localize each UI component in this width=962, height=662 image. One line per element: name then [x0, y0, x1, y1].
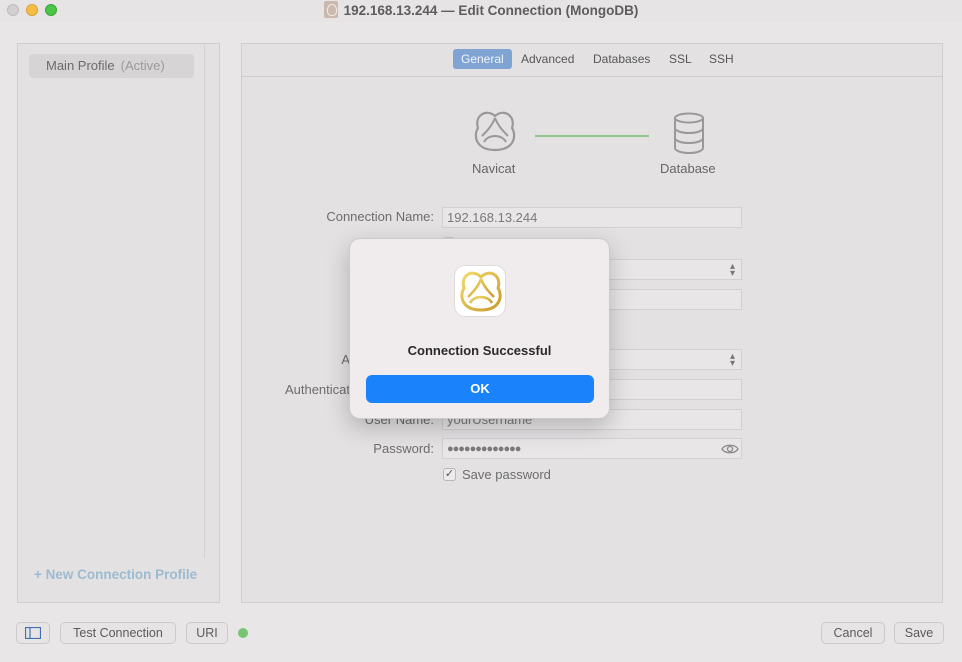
- database-icon: [674, 112, 704, 154]
- uri-button[interactable]: URI: [186, 622, 228, 644]
- cancel-button[interactable]: Cancel: [821, 622, 885, 644]
- window-title: 192.168.13.244 — Edit Connection (MongoD…: [343, 3, 639, 18]
- ok-button[interactable]: OK: [366, 375, 594, 403]
- select-arrows-icon: ▴ ▾: [729, 261, 735, 279]
- connection-name-label: Connection Name:: [326, 209, 434, 224]
- tab-ssl[interactable]: SSL: [661, 49, 700, 69]
- tab-databases[interactable]: Databases: [585, 49, 658, 69]
- tab-general[interactable]: General: [453, 49, 512, 69]
- authentication-label: Authenticat: [284, 382, 350, 397]
- save-password-label: Save password: [462, 467, 551, 482]
- password-input[interactable]: ●●●●●●●●●●●●●: [442, 438, 742, 459]
- show-password-eye-icon[interactable]: [721, 442, 739, 456]
- save-password-checkbox[interactable]: ✓: [443, 468, 456, 481]
- navicat-icon: [474, 111, 516, 152]
- password-label: Password:: [373, 441, 434, 456]
- dialog-title: Connection Successful: [407, 343, 552, 358]
- test-connection-button[interactable]: Test Connection: [60, 622, 176, 644]
- profile-status: (Active): [120, 58, 165, 73]
- navicat-document-icon: [323, 1, 338, 18]
- toggle-sidebar-button[interactable]: [16, 622, 50, 644]
- connection-name-input[interactable]: 192.168.13.244: [442, 207, 742, 228]
- new-connection-profile-link[interactable]: + New Connection Profile: [34, 567, 197, 582]
- tab-advanced[interactable]: Advanced: [513, 49, 582, 69]
- navicat-logo-icon: [460, 271, 502, 312]
- save-button[interactable]: Save: [894, 622, 944, 644]
- database-label: Database: [660, 161, 716, 176]
- select-arrows-icon: ▴ ▾: [729, 351, 735, 369]
- auth-row-label: A: [341, 352, 350, 367]
- sidebar-divider: [204, 44, 205, 558]
- tab-ssh[interactable]: SSH: [701, 49, 742, 69]
- window-title-container: 192.168.13.244 — Edit Connection (MongoD…: [0, 1, 962, 18]
- profile-sidebar: [17, 43, 220, 603]
- connection-status-indicator: [238, 628, 248, 638]
- profile-name: Main Profile: [46, 58, 115, 73]
- navicat-app-icon: [454, 265, 506, 317]
- tabs-divider: [242, 76, 942, 77]
- sidebar-item-main-profile[interactable]: Main Profile (Active): [29, 54, 194, 78]
- sidebar-toggle-icon: [24, 626, 42, 640]
- connection-line: [535, 135, 649, 137]
- navicat-label: Navicat: [472, 161, 516, 176]
